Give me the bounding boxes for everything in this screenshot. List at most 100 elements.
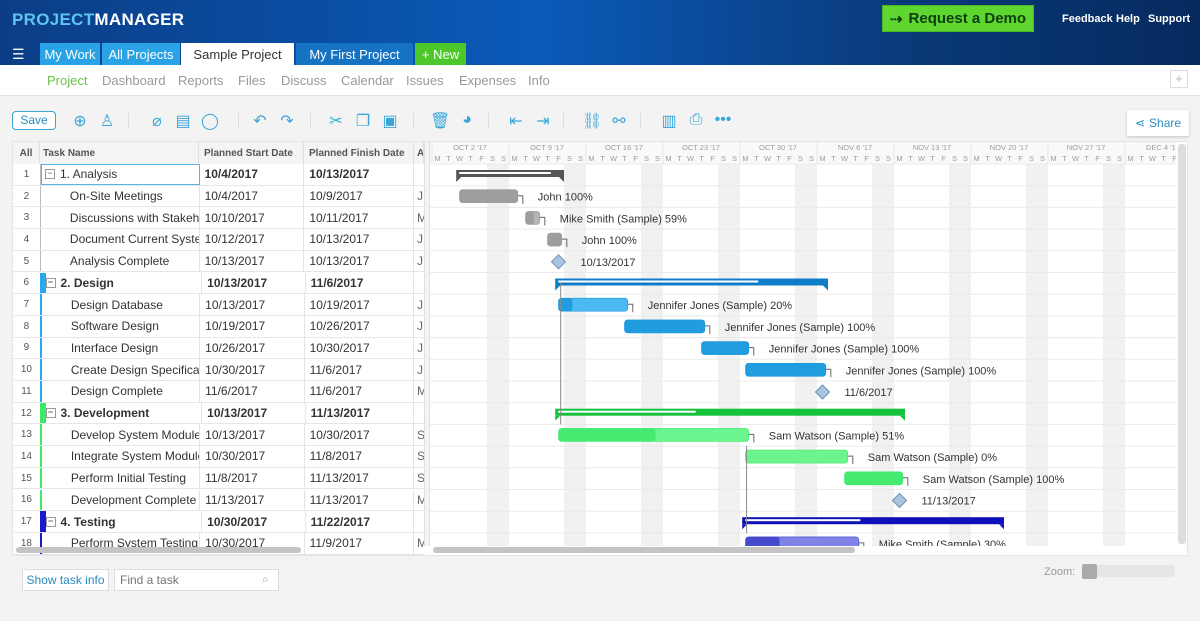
finish-date-cell[interactable]: 11/6/2017	[306, 272, 415, 294]
save-button[interactable]: Save	[12, 111, 56, 130]
finish-date-cell[interactable]: 11/22/2017	[306, 511, 415, 532]
assigned-cell[interactable]: M	[414, 536, 424, 550]
unlink-icon[interactable]: ⚯	[609, 111, 629, 131]
feedback-link[interactable]: Feedback	[1062, 13, 1113, 25]
task-name-cell[interactable]: Design Complete	[42, 381, 201, 402]
start-date-cell[interactable]: 10/13/2017	[202, 402, 306, 424]
start-date-cell[interactable]: 10/13/2017	[200, 294, 305, 315]
finish-date-cell[interactable]: 10/13/2017	[304, 164, 415, 185]
start-date-cell[interactable]: 10/30/2017	[200, 359, 305, 380]
milestone-diamond[interactable]	[550, 254, 567, 270]
task-name-cell[interactable]: Document Current Syster	[41, 229, 200, 250]
tab-sample-project[interactable]: Sample Project	[181, 43, 294, 65]
undo-icon[interactable]: ↶	[250, 111, 270, 131]
print-icon[interactable]: ⎙	[686, 111, 706, 129]
collapse-icon[interactable]: −	[45, 408, 56, 419]
table-row[interactable]: 6−2. Design 10/13/2017 11/6/2017	[13, 272, 424, 295]
gantt-horizontal-scrollbar[interactable]	[433, 547, 855, 553]
finish-date-cell[interactable]: 11/13/2017	[305, 467, 415, 489]
table-row[interactable]: 10 Create Design Specificati 10/30/2017 11/…	[13, 359, 424, 381]
assigned-cell[interactable]: J	[414, 254, 424, 268]
task-name-cell[interactable]: −4. Testing	[45, 511, 203, 532]
start-date-cell[interactable]: 10/13/2017	[200, 424, 305, 446]
finish-date-cell[interactable]: 10/26/2017	[305, 315, 415, 337]
table-row[interactable]: 9 Interface Design 10/26/2017 10/30/2017 J	[13, 337, 424, 360]
paste-icon[interactable]: ▣	[380, 111, 400, 131]
finish-date-cell[interactable]: 10/30/2017	[305, 337, 415, 359]
task-name-cell[interactable]: −1. Analysis	[40, 164, 200, 185]
table-row[interactable]: 12−3. Development 10/13/2017 11/13/2017	[13, 402, 424, 425]
comment-icon[interactable]: ◯	[200, 111, 220, 131]
subnav-expenses[interactable]: Expenses	[459, 73, 516, 88]
start-date-cell[interactable]: 10/13/2017	[200, 250, 305, 272]
table-row[interactable]: 11 Design Complete 11/6/2017 11/6/2017 M	[13, 381, 424, 403]
help-link[interactable]: Help	[1116, 13, 1140, 25]
assigned-cell[interactable]: J	[414, 363, 424, 377]
table-row[interactable]: 15 Perform Initial Testing 11/8/2017 11/13/…	[13, 467, 424, 490]
vertical-scrollbar[interactable]	[1178, 144, 1186, 544]
finish-date-cell[interactable]: 10/30/2017	[305, 424, 415, 446]
table-row[interactable]: 2 On-Site Meetings 10/4/2017 10/9/2017 J	[13, 185, 424, 208]
table-row[interactable]: 14 Integrate System Module 10/30/2017 11/8/…	[13, 446, 424, 468]
task-name-cell[interactable]: Develop System Modules	[42, 424, 201, 446]
assigned-cell[interactable]: J	[414, 298, 424, 312]
milestone-diamond[interactable]	[814, 384, 831, 400]
table-row[interactable]: 17−4. Testing 10/30/2017 11/22/2017	[13, 511, 424, 533]
task-bar[interactable]	[745, 449, 849, 464]
subnav-info[interactable]: Info	[528, 73, 550, 88]
table-row[interactable]: 1−1. Analysis 10/4/2017 10/13/2017	[13, 164, 424, 186]
task-name-cell[interactable]: Create Design Specificati	[42, 359, 201, 380]
subnav-project[interactable]: Project	[47, 73, 87, 88]
table-row[interactable]: 5 Analysis Complete 10/13/2017 10/13/2017 J	[13, 250, 424, 273]
add-view-button[interactable]: +	[1170, 70, 1188, 88]
hamburger-menu-icon[interactable]: ☰	[12, 46, 25, 63]
start-date-cell[interactable]: 10/4/2017	[200, 185, 305, 207]
assigned-cell[interactable]: J	[414, 232, 424, 246]
assigned-cell[interactable]: S	[414, 449, 424, 463]
finish-date-cell[interactable]: 11/6/2017	[305, 359, 415, 380]
start-date-cell[interactable]: 11/13/2017	[200, 489, 305, 511]
table-row[interactable]: 7 Design Database 10/13/2017 10/19/2017 J	[13, 294, 424, 316]
finish-date-header[interactable]: Planned Finish Date	[304, 142, 414, 164]
task-name-cell[interactable]: −3. Development	[45, 402, 203, 424]
start-date-cell[interactable]: 10/19/2017	[200, 315, 305, 337]
collapse-icon[interactable]: −	[45, 516, 56, 527]
assigned-cell[interactable]: J	[414, 341, 424, 355]
table-row[interactable]: 13 Develop System Modules 10/13/2017 10/30/…	[13, 424, 424, 447]
task-name-cell[interactable]: Discussions with Stakeho	[41, 207, 200, 229]
assigned-header[interactable]: A	[414, 142, 424, 164]
color-palette-icon[interactable]: ◕	[457, 111, 477, 129]
collapse-icon[interactable]: −	[45, 277, 56, 288]
table-row[interactable]: 4 Document Current Syster 10/12/2017 10/13/…	[13, 229, 424, 251]
attach-icon[interactable]: ⌀	[147, 111, 167, 131]
table-row[interactable]: 8 Software Design 10/19/2017 10/26/2017 J	[13, 315, 424, 338]
support-link[interactable]: Support	[1148, 13, 1190, 25]
more-icon[interactable]: •••	[713, 111, 733, 129]
finish-date-cell[interactable]: 11/9/2017	[305, 532, 415, 554]
notes-icon[interactable]: ▤	[173, 111, 193, 131]
assigned-cell[interactable]: J	[414, 319, 424, 333]
tab-new[interactable]: + New	[415, 43, 466, 65]
select-all-header[interactable]: All	[13, 142, 40, 164]
start-date-cell[interactable]: 10/13/2017	[202, 272, 306, 294]
assigned-cell[interactable]: M	[414, 384, 424, 398]
task-name-cell[interactable]: On-Site Meetings	[41, 185, 200, 207]
add-task-icon[interactable]: ⊕	[70, 111, 90, 131]
finish-date-cell[interactable]: 10/13/2017	[304, 229, 415, 250]
tab-all-projects[interactable]: All Projects	[102, 43, 180, 65]
task-name-cell[interactable]: Design Database	[42, 294, 201, 315]
finish-date-cell[interactable]: 11/13/2017	[306, 402, 415, 424]
task-name-cell[interactable]: Development Complete	[42, 489, 201, 511]
subnav-dashboard[interactable]: Dashboard	[102, 73, 166, 88]
finish-date-cell[interactable]: 10/9/2017	[304, 185, 415, 207]
show-task-info-button[interactable]: Show task info	[22, 569, 109, 591]
link-icon[interactable]: ⛓	[582, 111, 602, 131]
find-task-input[interactable]	[114, 569, 279, 591]
finish-date-cell[interactable]: 11/8/2017	[305, 446, 415, 467]
subnav-reports[interactable]: Reports	[178, 73, 224, 88]
share-button[interactable]: ⋖ Share	[1127, 110, 1189, 136]
assigned-cell[interactable]: J	[414, 189, 424, 203]
start-date-cell[interactable]: 10/30/2017	[202, 511, 306, 532]
start-date-cell[interactable]: 10/26/2017	[200, 337, 305, 359]
start-date-cell[interactable]: 11/6/2017	[200, 381, 305, 402]
